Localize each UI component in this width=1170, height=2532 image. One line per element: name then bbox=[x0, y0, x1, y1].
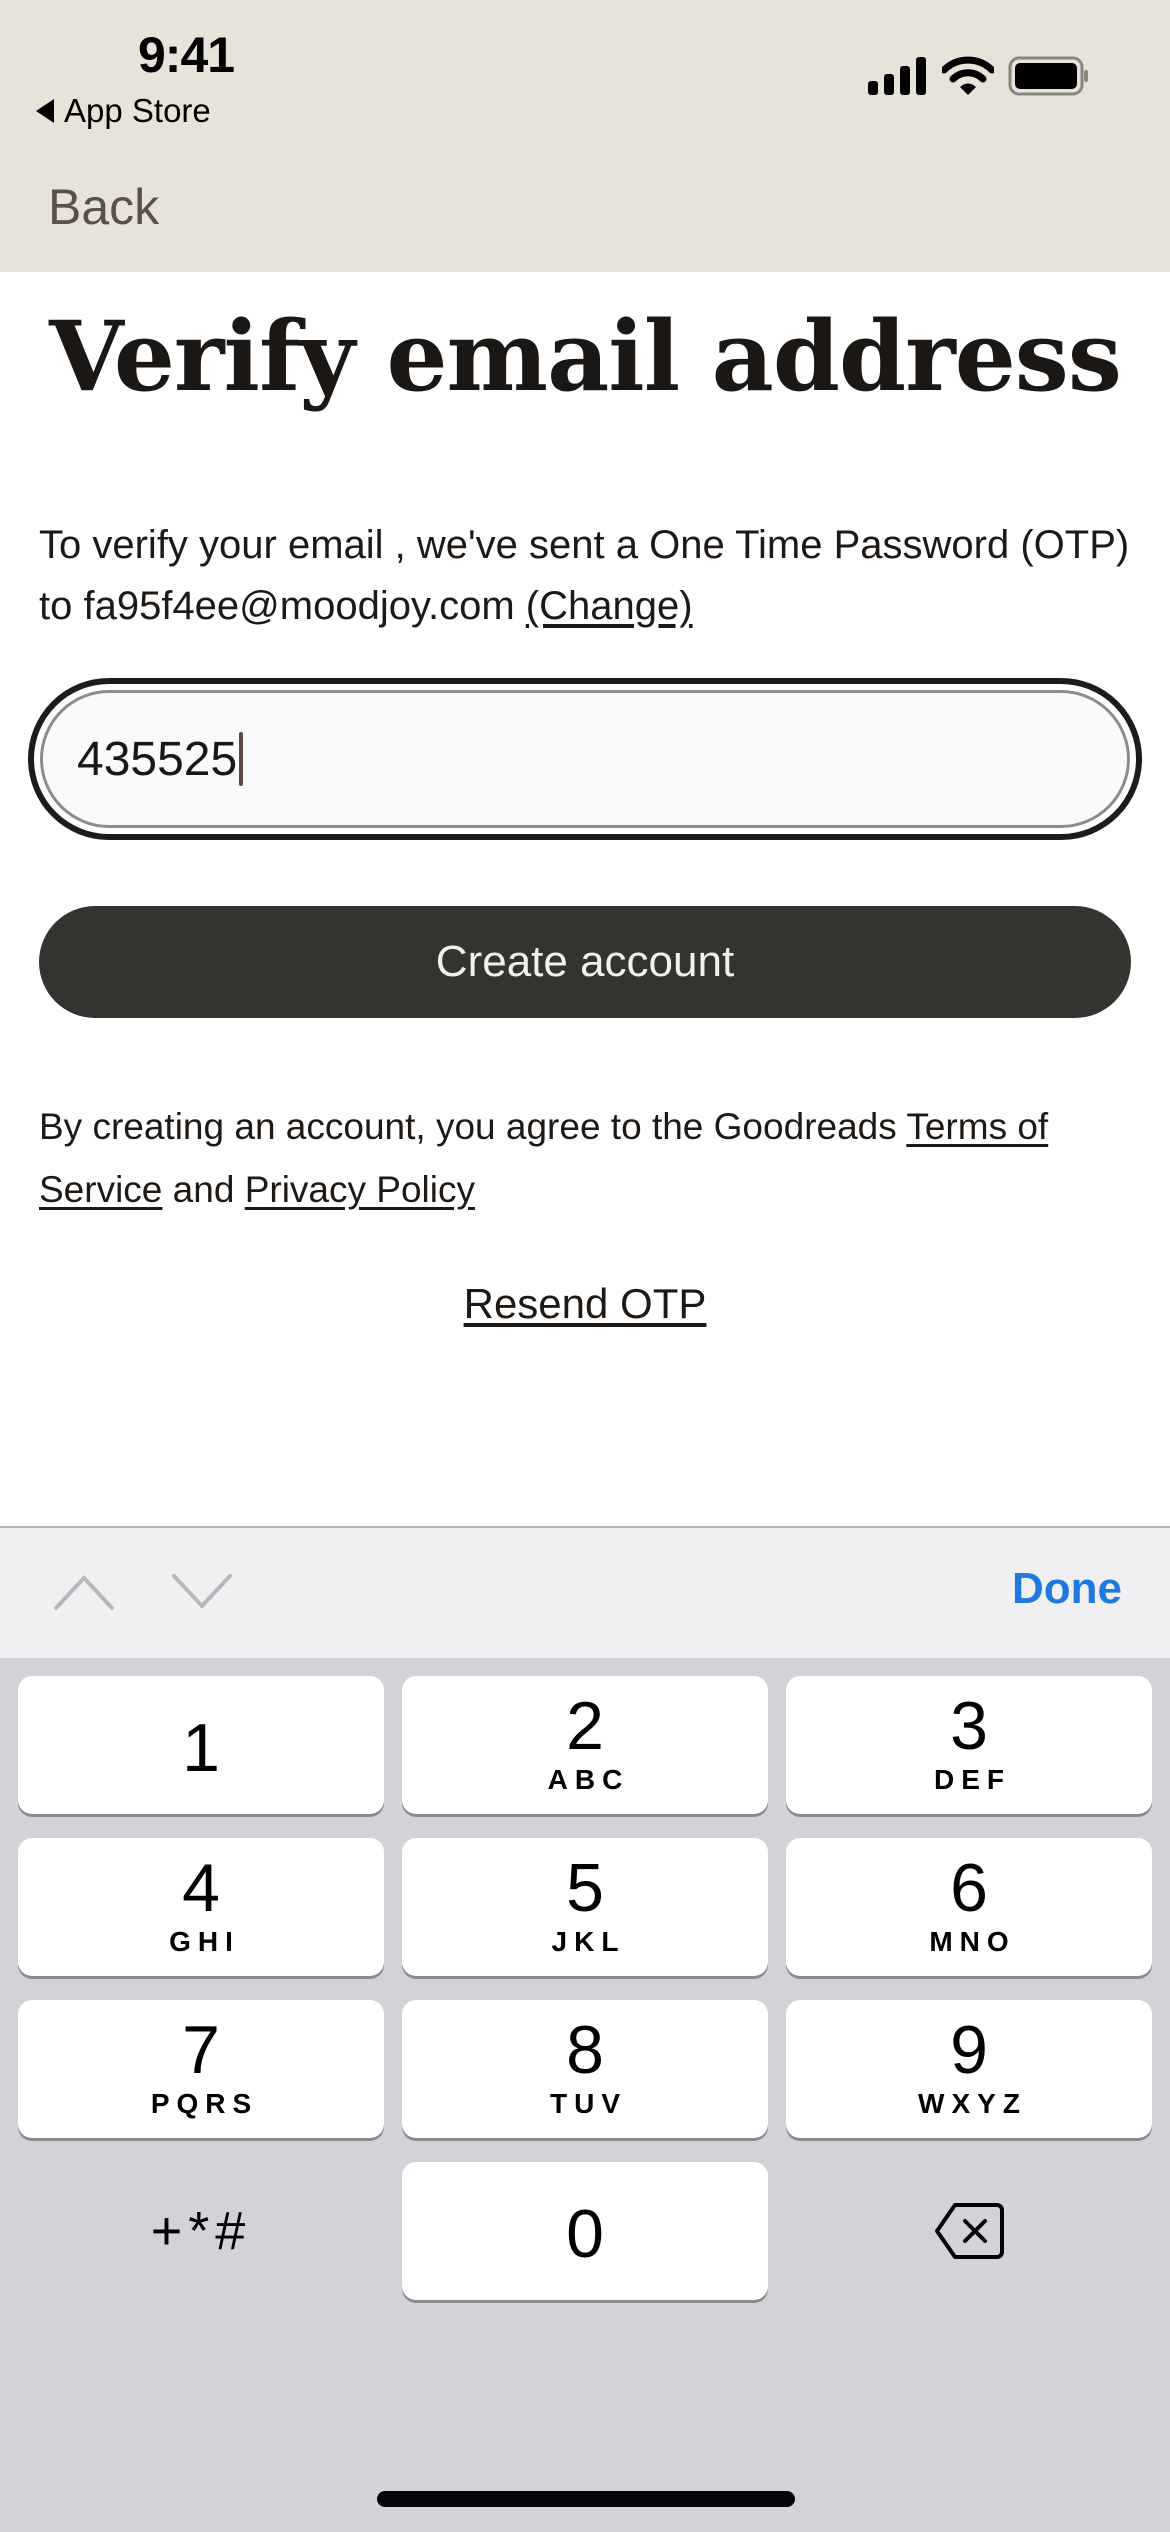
backspace-icon bbox=[935, 2203, 1004, 2259]
key-letters: TUV bbox=[550, 2088, 627, 2119]
key-8[interactable]: 8 TUV bbox=[402, 2000, 768, 2138]
legal-and: and bbox=[162, 1169, 245, 1210]
back-app-label: App Store bbox=[64, 92, 211, 129]
key-1[interactable]: 1 bbox=[18, 1676, 384, 1814]
key-letters: ABC bbox=[547, 1764, 630, 1795]
home-indicator[interactable] bbox=[377, 2491, 795, 2507]
wifi-icon bbox=[942, 56, 994, 95]
privacy-policy-link[interactable]: Privacy Policy bbox=[245, 1169, 475, 1210]
status-time: 9:41 bbox=[138, 27, 235, 83]
key-9[interactable]: 9 WXYZ bbox=[786, 2000, 1152, 2138]
key-letters: DEF bbox=[934, 1764, 1011, 1795]
legal-prefix: By creating an account, you agree to the… bbox=[39, 1106, 907, 1147]
key-digit: 6 bbox=[950, 1850, 988, 1926]
symbols-label: +*# bbox=[150, 2201, 252, 2261]
otp-value: 435525 bbox=[77, 732, 238, 786]
otp-field-focus-ring: 435525 bbox=[28, 678, 1142, 840]
legal-notice: By creating an account, you agree to the… bbox=[39, 1095, 1139, 1221]
key-2[interactable]: 2 ABC bbox=[402, 1676, 768, 1814]
key-6[interactable]: 6 MNO bbox=[786, 1838, 1152, 1976]
key-letters: PQRS bbox=[150, 2088, 259, 2119]
key-7[interactable]: 7 PQRS bbox=[18, 2000, 384, 2138]
numeric-keypad: 1 2 ABC 3 DEF 4 GHI 5 JKL 6 MNO 7 PQRS 8… bbox=[0, 1658, 1170, 2532]
key-digit: 3 bbox=[950, 1688, 988, 1764]
battery-icon bbox=[1008, 56, 1088, 96]
key-digit: 8 bbox=[566, 2012, 604, 2088]
resend-otp-container: Resend OTP bbox=[0, 1280, 1170, 1328]
resend-otp-link[interactable]: Resend OTP bbox=[464, 1280, 707, 1327]
done-button[interactable]: Done bbox=[1012, 1564, 1122, 1614]
change-email-link[interactable]: (Change) bbox=[526, 584, 693, 628]
back-to-app-store[interactable]: App Store bbox=[36, 92, 211, 130]
create-account-button[interactable]: Create account bbox=[39, 906, 1131, 1018]
key-symbols[interactable]: +*# bbox=[18, 2162, 384, 2300]
key-0[interactable]: 0 bbox=[402, 2162, 768, 2300]
key-letters: GHI bbox=[169, 1926, 240, 1957]
chevron-down-icon[interactable] bbox=[170, 1572, 234, 1612]
key-digit: 5 bbox=[566, 1850, 604, 1926]
cellular-signal-icon bbox=[868, 57, 926, 95]
key-3[interactable]: 3 DEF bbox=[786, 1676, 1152, 1814]
key-letters: MNO bbox=[929, 1926, 1016, 1957]
key-digit: 4 bbox=[182, 1850, 220, 1926]
page-title: Verify email address bbox=[49, 300, 1122, 413]
text-caret bbox=[239, 732, 244, 786]
otp-instructions: To verify your email , we've sent a One … bbox=[39, 515, 1139, 637]
key-digit: 9 bbox=[950, 2012, 988, 2088]
key-delete[interactable] bbox=[786, 2162, 1152, 2300]
header-area: 9:41 App Store Back bbox=[0, 0, 1170, 272]
key-letters: JKL bbox=[551, 1926, 626, 1957]
chevron-up-icon[interactable] bbox=[52, 1572, 116, 1612]
key-5[interactable]: 5 JKL bbox=[402, 1838, 768, 1976]
key-letters: WXYZ bbox=[918, 2088, 1027, 2119]
back-triangle-icon bbox=[36, 99, 54, 123]
keyboard-accessory-bar: Done bbox=[0, 1526, 1170, 1658]
key-digit: 0 bbox=[566, 2196, 604, 2272]
key-digit: 2 bbox=[566, 1688, 604, 1764]
otp-input[interactable]: 435525 bbox=[40, 690, 1130, 828]
key-4[interactable]: 4 GHI bbox=[18, 1838, 384, 1976]
status-icons bbox=[868, 56, 1090, 96]
key-digit: 1 bbox=[182, 1710, 220, 1786]
back-button[interactable]: Back bbox=[48, 178, 159, 236]
key-digit: 7 bbox=[182, 2012, 220, 2088]
